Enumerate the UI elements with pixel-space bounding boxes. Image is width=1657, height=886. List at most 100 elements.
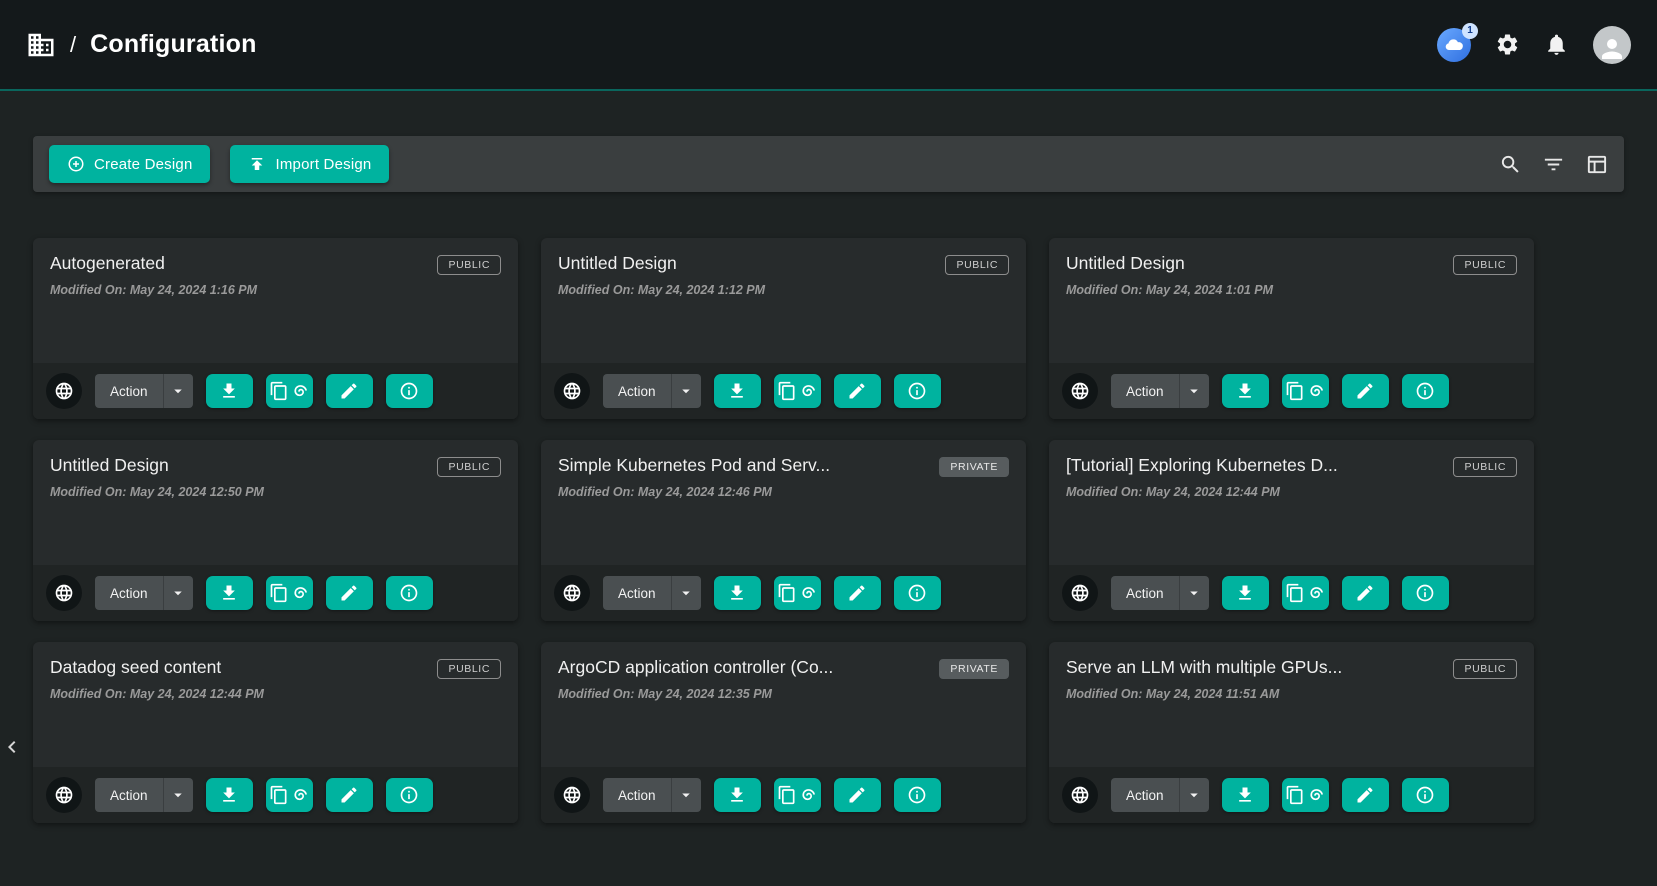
- clone-button[interactable]: [774, 374, 821, 408]
- design-card: [Tutorial] Exploring Kubernetes D... PUB…: [1049, 440, 1534, 621]
- design-card: Untitled Design PUBLIC Modified On: May …: [33, 440, 518, 621]
- info-button[interactable]: [894, 576, 941, 610]
- action-dropdown-button[interactable]: [671, 374, 701, 408]
- action-button[interactable]: Action: [603, 576, 671, 610]
- kanvas-icon: [1305, 583, 1325, 603]
- designs-toolbar: Create Design Import Design: [33, 136, 1624, 192]
- cloud-logo-icon[interactable]: 1: [1437, 28, 1471, 62]
- download-button[interactable]: [206, 778, 253, 812]
- info-button[interactable]: [1402, 576, 1449, 610]
- action-button[interactable]: Action: [1111, 576, 1179, 610]
- action-dropdown-button[interactable]: [1179, 374, 1209, 408]
- edit-button[interactable]: [326, 778, 373, 812]
- action-button[interactable]: Action: [95, 778, 163, 812]
- action-button[interactable]: Action: [603, 374, 671, 408]
- visibility-badge: PUBLIC: [1453, 255, 1517, 275]
- info-button[interactable]: [386, 576, 433, 610]
- filter-icon[interactable]: [1542, 153, 1565, 176]
- clone-button[interactable]: [266, 778, 313, 812]
- action-button[interactable]: Action: [603, 778, 671, 812]
- globe-icon[interactable]: [554, 777, 590, 813]
- download-button[interactable]: [714, 374, 761, 408]
- action-button[interactable]: Action: [1111, 374, 1179, 408]
- action-button[interactable]: Action: [95, 374, 163, 408]
- info-button[interactable]: [1402, 374, 1449, 408]
- building-icon[interactable]: [26, 30, 56, 60]
- download-button[interactable]: [714, 576, 761, 610]
- action-dropdown-button[interactable]: [1179, 576, 1209, 610]
- copy-icon: [269, 381, 289, 401]
- info-button[interactable]: [386, 778, 433, 812]
- copy-icon: [269, 583, 289, 603]
- clone-button[interactable]: [266, 576, 313, 610]
- table-view-icon[interactable]: [1585, 153, 1608, 176]
- settings-gear-icon[interactable]: [1495, 32, 1520, 57]
- globe-icon[interactable]: [1062, 777, 1098, 813]
- download-button[interactable]: [714, 778, 761, 812]
- search-icon[interactable]: [1499, 153, 1522, 176]
- action-dropdown-button[interactable]: [163, 374, 193, 408]
- avatar[interactable]: [1593, 26, 1631, 64]
- edit-button[interactable]: [1342, 374, 1389, 408]
- design-title: Untitled Design: [1066, 253, 1185, 274]
- action-button[interactable]: Action: [95, 576, 163, 610]
- clone-button[interactable]: [1282, 778, 1329, 812]
- info-button[interactable]: [894, 374, 941, 408]
- chevron-left-icon[interactable]: [0, 735, 24, 759]
- clone-button[interactable]: [774, 778, 821, 812]
- globe-icon[interactable]: [554, 373, 590, 409]
- globe-icon[interactable]: [1062, 575, 1098, 611]
- download-button[interactable]: [1222, 374, 1269, 408]
- info-button[interactable]: [386, 374, 433, 408]
- design-card: Serve an LLM with multiple GPUs... PUBLI…: [1049, 642, 1534, 823]
- edit-button[interactable]: [1342, 576, 1389, 610]
- page-title: Configuration: [90, 30, 256, 59]
- design-title: Simple Kubernetes Pod and Serv...: [558, 455, 830, 476]
- clone-button[interactable]: [1282, 576, 1329, 610]
- design-card-actions: Action: [1049, 565, 1534, 621]
- download-button[interactable]: [206, 374, 253, 408]
- info-button[interactable]: [894, 778, 941, 812]
- design-title: Untitled Design: [558, 253, 677, 274]
- info-button[interactable]: [1402, 778, 1449, 812]
- action-dropdown-button[interactable]: [1179, 778, 1209, 812]
- action-dropdown-button[interactable]: [671, 778, 701, 812]
- import-design-button[interactable]: Import Design: [230, 145, 389, 183]
- plus-circle-icon: [67, 155, 85, 173]
- create-design-button[interactable]: Create Design: [49, 145, 210, 183]
- globe-icon[interactable]: [46, 373, 82, 409]
- action-dropdown-button[interactable]: [163, 576, 193, 610]
- edit-button[interactable]: [326, 374, 373, 408]
- notification-bell-icon[interactable]: [1544, 32, 1569, 57]
- download-button[interactable]: [206, 576, 253, 610]
- edit-button[interactable]: [326, 576, 373, 610]
- design-card-body: Datadog seed content PUBLIC Modified On:…: [33, 642, 518, 701]
- action-dropdown-button[interactable]: [163, 778, 193, 812]
- download-button[interactable]: [1222, 576, 1269, 610]
- modified-date: Modified On: May 24, 2024 1:16 PM: [50, 283, 501, 297]
- kanvas-icon: [797, 583, 817, 603]
- visibility-badge: PUBLIC: [1453, 457, 1517, 477]
- edit-button[interactable]: [834, 374, 881, 408]
- design-card: ArgoCD application controller (Co... PRI…: [541, 642, 1026, 823]
- modified-date: Modified On: May 24, 2024 1:01 PM: [1066, 283, 1517, 297]
- action-split-button: Action: [603, 778, 701, 812]
- design-card-actions: Action: [541, 565, 1026, 621]
- copy-icon: [777, 381, 797, 401]
- globe-icon[interactable]: [46, 575, 82, 611]
- clone-button[interactable]: [1282, 374, 1329, 408]
- edit-button[interactable]: [834, 778, 881, 812]
- action-button[interactable]: Action: [1111, 778, 1179, 812]
- globe-icon[interactable]: [554, 575, 590, 611]
- action-dropdown-button[interactable]: [671, 576, 701, 610]
- download-button[interactable]: [1222, 778, 1269, 812]
- design-card-actions: Action: [33, 363, 518, 419]
- clone-button[interactable]: [774, 576, 821, 610]
- caret-down-icon: [169, 584, 187, 602]
- globe-icon[interactable]: [46, 777, 82, 813]
- clone-button[interactable]: [266, 374, 313, 408]
- edit-button[interactable]: [1342, 778, 1389, 812]
- edit-button[interactable]: [834, 576, 881, 610]
- design-card-body: Simple Kubernetes Pod and Serv... PRIVAT…: [541, 440, 1026, 499]
- globe-icon[interactable]: [1062, 373, 1098, 409]
